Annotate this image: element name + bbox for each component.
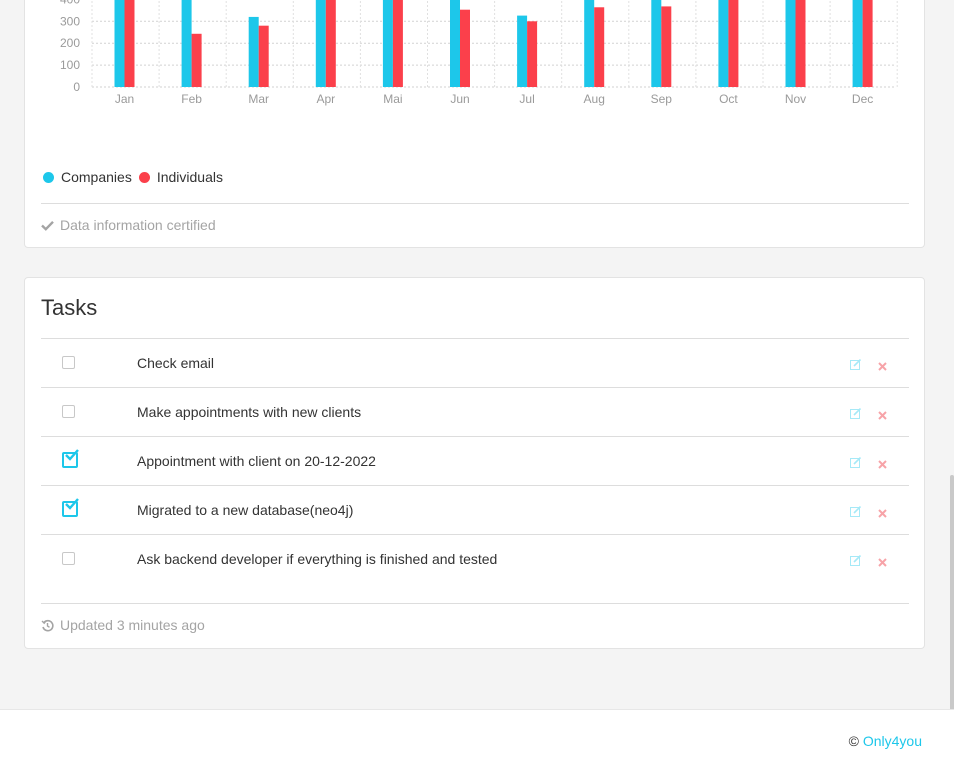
- bar-individuals-mar: [258, 25, 269, 87]
- chart-card-footer: Data information certified: [41, 203, 909, 246]
- legend-label-individuals: Individuals: [156, 169, 223, 185]
- task-label: Ask backend developer if everything is f…: [137, 551, 498, 567]
- bar-individuals-jan: [124, 0, 135, 87]
- close-icon[interactable]: [878, 407, 887, 425]
- copyright-symbol: ©: [848, 733, 859, 749]
- x-tick-label: Mar: [248, 92, 269, 106]
- bar-individuals-mai: [392, 0, 403, 88]
- checkmark-icon: [65, 498, 79, 510]
- bar-companies-oct: [718, 0, 729, 87]
- copyright: © Only4you: [849, 733, 922, 749]
- bar-individuals-oct: [728, 0, 739, 87]
- brand-link[interactable]: Only4you: [863, 733, 922, 749]
- edit-icon[interactable]: [850, 357, 862, 375]
- legend-dot-companies: [43, 171, 54, 183]
- close-icon[interactable]: [878, 358, 887, 376]
- page-footer: © Only4you: [0, 709, 954, 767]
- y-tick-label: 400: [60, 0, 80, 6]
- bar-individuals-jun: [460, 9, 470, 87]
- task-table: Check email Make appointments with new c…: [41, 338, 909, 583]
- y-tick-label: 300: [60, 14, 80, 28]
- task-checkbox[interactable]: [62, 356, 75, 369]
- bar-companies-apr: [315, 0, 326, 88]
- bar-individuals-dec: [862, 0, 873, 87]
- bar-companies-jul: [517, 15, 528, 87]
- bar-individuals-apr: [325, 0, 336, 88]
- task-label: Migrated to a new database(neo4j): [137, 502, 354, 518]
- bar-companies-jun: [450, 0, 460, 88]
- task-label: Appointment with client on 20-12-2022: [137, 453, 376, 469]
- legend-item-companies: Companies: [43, 169, 132, 185]
- legend-item-individuals: Individuals: [138, 169, 223, 185]
- x-tick-label: Nov: [785, 92, 806, 106]
- bar-individuals-jul: [527, 21, 538, 87]
- bar-companies-aug: [584, 0, 595, 87]
- x-tick-label: Jun: [450, 92, 469, 106]
- bar-individuals-nov: [795, 0, 806, 87]
- tasks-title: Tasks: [41, 295, 98, 320]
- checkmark-icon: [65, 449, 79, 461]
- chart-legend: Companies Individuals: [43, 169, 230, 185]
- close-icon[interactable]: [878, 456, 887, 474]
- task-label: Make appointments with new clients: [137, 404, 362, 420]
- edit-icon[interactable]: [850, 455, 862, 473]
- legend-label-companies: Companies: [61, 169, 132, 185]
- bar-companies-mai: [382, 0, 393, 87]
- x-tick-label: Dec: [852, 92, 873, 106]
- close-icon[interactable]: [878, 554, 887, 572]
- task-checkbox[interactable]: [62, 552, 75, 565]
- x-tick-label: Apr: [316, 92, 335, 106]
- x-tick-label: Jan: [115, 92, 134, 106]
- edit-icon[interactable]: [850, 504, 862, 522]
- task-label: Check email: [137, 355, 215, 371]
- tasks-card-footer: Updated 3 minutes ago: [41, 603, 909, 646]
- check-icon: [41, 220, 54, 231]
- task-checkbox[interactable]: [62, 405, 75, 418]
- x-tick-label: Mai: [383, 92, 402, 106]
- bar-individuals-sep: [661, 6, 672, 87]
- x-tick-label: Feb: [181, 92, 202, 106]
- close-icon[interactable]: [878, 505, 887, 523]
- bar-companies-dec: [852, 0, 863, 88]
- x-tick-label: Oct: [719, 92, 738, 106]
- bar-companies-nov: [785, 0, 796, 87]
- edit-icon[interactable]: [850, 553, 862, 571]
- task-row: Appointment with client on 20-12-2022: [41, 436, 909, 485]
- tasks-footer-text: Updated 3 minutes ago: [60, 617, 205, 633]
- x-tick-label: Aug: [584, 92, 605, 106]
- bar-individuals-aug: [594, 7, 605, 88]
- chart-card: 400 300 200 100 0 Jan Feb Mar Apr Mai Jun Jul Aug Sep…: [24, 0, 925, 248]
- bar-individuals-feb: [191, 33, 202, 87]
- bar-companies-feb: [181, 0, 192, 87]
- history-icon: [41, 619, 54, 631]
- legend-dot-individuals: [138, 171, 150, 183]
- task-row: Check email: [41, 338, 909, 387]
- bar-companies-jan: [114, 0, 125, 87]
- x-tick-label: Jul: [519, 92, 534, 106]
- y-tick-label: 100: [60, 58, 80, 72]
- task-row: Make appointments with new clients: [41, 387, 909, 436]
- task-row: Ask backend developer if everything is f…: [41, 534, 909, 583]
- bar-chart: 400 300 200 100 0 Jan Feb Mar Apr Mai Jun Jul Aug Sep…: [60, 0, 898, 106]
- y-tick-label: 0: [73, 80, 80, 94]
- task-row: Migrated to a new database(neo4j): [41, 485, 909, 534]
- edit-icon[interactable]: [850, 406, 862, 424]
- tasks-card: Tasks Check email Make appointments with…: [24, 277, 925, 649]
- y-tick-label: 200: [60, 36, 80, 50]
- x-tick-label: Sep: [651, 92, 673, 106]
- bar-companies-sep: [651, 0, 662, 87]
- chart-footer-text: Data information certified: [60, 217, 216, 233]
- bar-companies-mar: [248, 16, 259, 87]
